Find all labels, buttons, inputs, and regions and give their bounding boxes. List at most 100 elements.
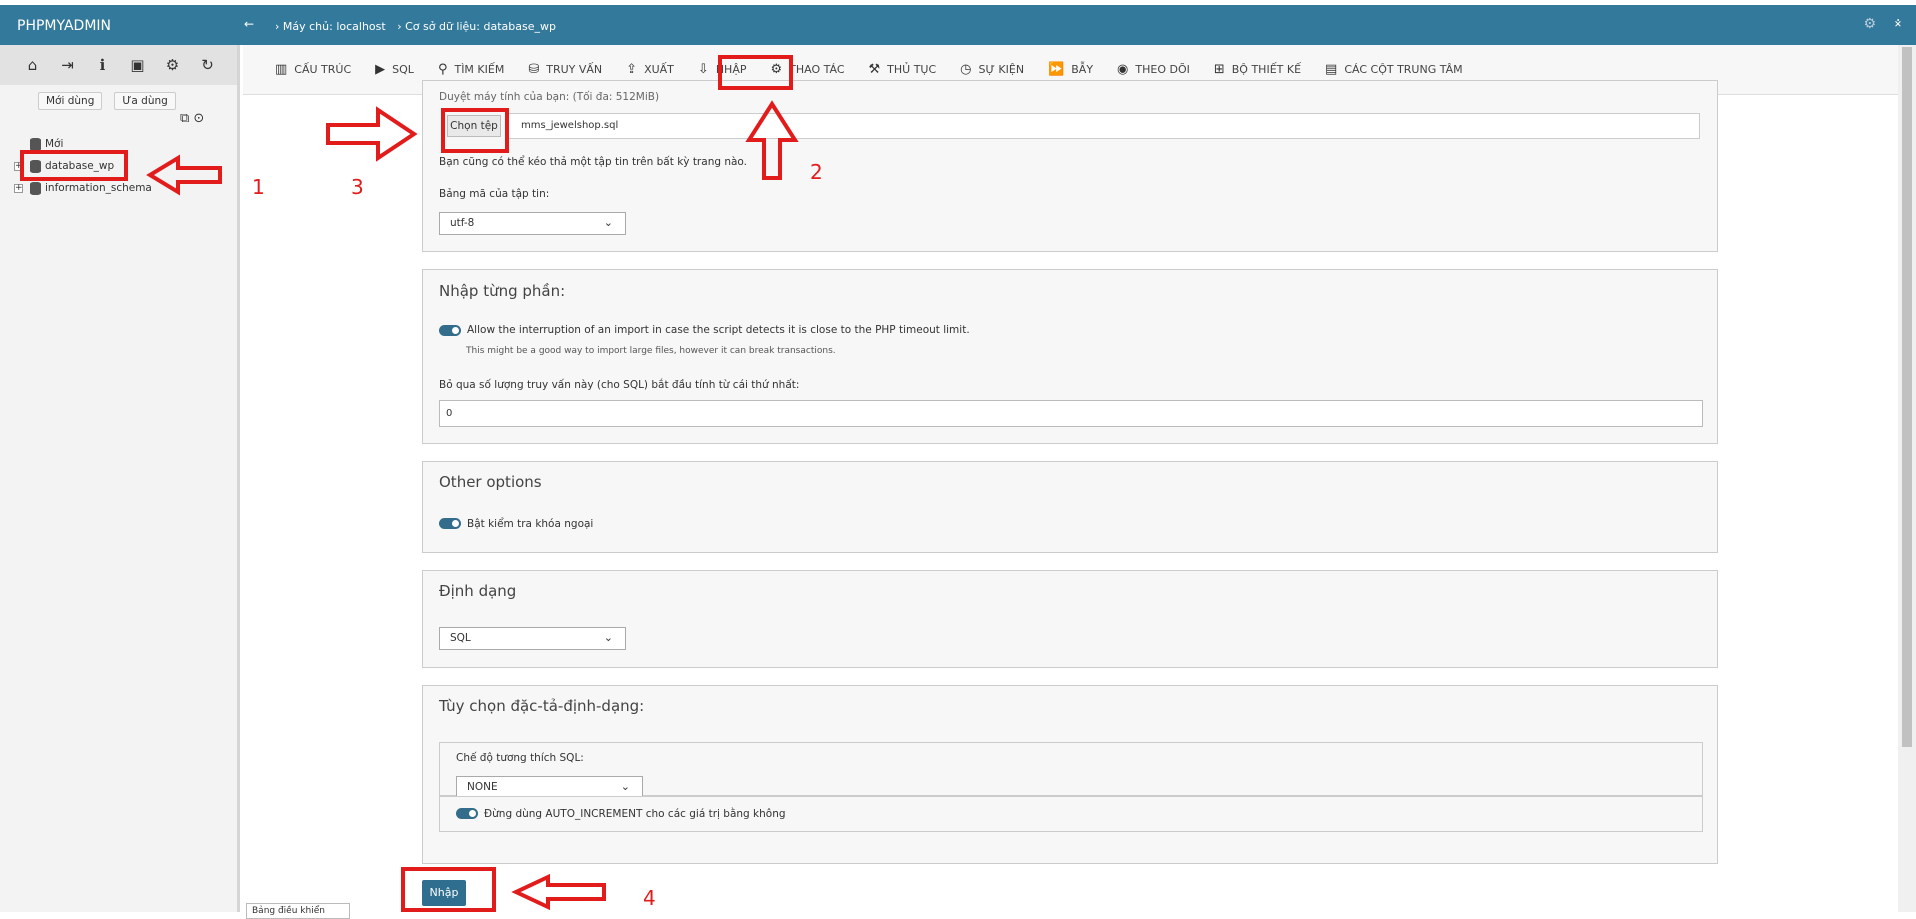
- tree-item-label: Mới: [45, 138, 64, 150]
- compat-label: Chế độ tương thích SQL:: [456, 752, 584, 764]
- favorites-button[interactable]: Ưa dùng: [114, 92, 176, 110]
- charset-label: Bảng mã của tập tin:: [439, 188, 550, 200]
- tab-label: THEO DÕI: [1135, 63, 1190, 76]
- play-icon: ▶: [375, 62, 386, 77]
- foreign-key-toggle[interactable]: [439, 518, 461, 529]
- search-icon: ⚲: [437, 62, 448, 77]
- tab-label: TÌM KIẾM: [454, 63, 505, 76]
- reload-icon[interactable]: ↻: [200, 56, 215, 74]
- scrollbar-thumb[interactable]: [1902, 47, 1912, 747]
- annotation-number-1: 1: [252, 175, 265, 199]
- annotation-arrow-left-1: [146, 154, 222, 196]
- breadcrumb-server[interactable]: › Máy chủ: localhost: [275, 20, 386, 33]
- partial-import-panel: Nhập từng phần: Allow the interruption o…: [422, 269, 1718, 444]
- breadcrumb: › Máy chủ: localhost › Cơ sở dữ liệu: da…: [275, 20, 564, 33]
- export-icon: ⇪: [626, 62, 638, 77]
- compat-value: NONE: [467, 781, 498, 793]
- auto-increment-box: Đừng dùng AUTO_INCREMENT cho các giá trị…: [439, 796, 1703, 832]
- format-title: Định dạng: [439, 582, 517, 600]
- tab-label: SQL: [392, 63, 414, 76]
- tab-export[interactable]: ⇪ XUẤT: [626, 62, 674, 77]
- collapse-link-icons[interactable]: ⧉ ⊙: [180, 111, 204, 126]
- auto-increment-label: Đừng dùng AUTO_INCREMENT cho các giá trị…: [484, 808, 786, 820]
- chevron-down-icon: ⌄: [603, 216, 613, 229]
- format-panel: Định dạng SQL ⌄: [422, 570, 1718, 668]
- tab-designer[interactable]: ⊞ BỘ THIẾT KẾ: [1214, 62, 1301, 77]
- auto-increment-toggle[interactable]: [456, 808, 478, 819]
- expand-icon[interactable]: +: [14, 183, 23, 193]
- annotation-box-import-tab: [718, 55, 793, 90]
- clock-icon: ◷: [960, 62, 972, 77]
- docs-icon[interactable]: ▣: [130, 56, 145, 74]
- tab-structure[interactable]: ▥ CẤU TRÚC: [275, 62, 351, 77]
- annotation-box-submit: [401, 867, 496, 912]
- format-options-panel: Tùy chọn đặc-tả-định-dạng: Chế độ tương …: [422, 685, 1718, 864]
- settings-icon[interactable]: ⚙: [1863, 16, 1876, 32]
- tab-label: TRUY VẤN: [546, 63, 603, 76]
- allow-interrupt-toggle[interactable]: [439, 325, 461, 336]
- database-icon: ⛁: [528, 62, 540, 77]
- tab-label: SỰ KIỆN: [978, 63, 1025, 76]
- recent-button[interactable]: Mới dùng: [38, 92, 103, 110]
- other-options-title: Other options: [439, 473, 542, 491]
- charset-select[interactable]: utf-8 ⌄: [439, 212, 626, 235]
- annotation-arrow-up-2: [745, 100, 799, 180]
- database-icon: [30, 181, 41, 195]
- partial-import-title: Nhập từng phần:: [439, 282, 566, 300]
- tab-events[interactable]: ◷ SỰ KIỆN: [960, 62, 1024, 77]
- logout-icon[interactable]: ⇥: [60, 56, 75, 74]
- foreign-key-label: Bật kiểm tra khóa ngoại: [467, 518, 594, 530]
- compat-box: Chế độ tương thích SQL: NONE ⌄: [439, 742, 1703, 799]
- eye-icon: ◉: [1117, 62, 1129, 77]
- back-icon[interactable]: ←: [244, 17, 254, 31]
- tab-query[interactable]: ⛁ TRUY VẤN: [528, 62, 602, 77]
- other-options-panel: Other options Bật kiểm tra khóa ngoại: [422, 461, 1718, 553]
- tab-label: CẤU TRÚC: [294, 63, 352, 76]
- file-name-field[interactable]: mms_jewelshop.sql: [508, 113, 1700, 139]
- console-tab[interactable]: Bảng điều khiển: [246, 903, 350, 919]
- annotation-number-3: 3: [351, 175, 364, 199]
- tab-sql[interactable]: ▶ SQL: [375, 62, 414, 77]
- annotation-number-2: 2: [810, 160, 823, 184]
- annotation-arrow-left-4: [511, 873, 606, 911]
- tab-triggers[interactable]: ⏩ BẪY: [1048, 62, 1093, 77]
- annotation-box-choose-file: [441, 108, 509, 153]
- tab-label: THAO TÁC: [789, 63, 845, 76]
- page-scrollbar[interactable]: [1898, 45, 1916, 912]
- collapse-icon[interactable]: ⨰: [1894, 15, 1902, 31]
- tab-search[interactable]: ⚲ TÌM KIẾM: [438, 62, 504, 77]
- charset-value: utf-8: [450, 217, 475, 229]
- database-icon: [30, 137, 41, 151]
- tab-label: XUẤT: [644, 63, 674, 76]
- tab-label: BỘ THIẾT KẾ: [1231, 63, 1302, 76]
- tab-tracking[interactable]: ◉ THEO DÕI: [1117, 62, 1190, 77]
- chevron-down-icon: ⌄: [620, 780, 630, 793]
- interrupt-note: This might be a good way to import large…: [466, 346, 836, 356]
- format-options-title: Tùy chọn đặc-tả-định-dạng:: [439, 697, 645, 715]
- home-icon[interactable]: ⌂: [25, 56, 40, 74]
- gear-icon[interactable]: ⚙: [165, 56, 180, 74]
- file-upload-panel: Duyệt máy tính của bạn: (Tối đa: 512MiB)…: [422, 80, 1718, 252]
- tab-label: THỦ TỤC: [887, 63, 937, 76]
- sidebar-toolbar: ⌂ ⇥ ℹ ▣ ⚙ ↻: [0, 45, 237, 85]
- tab-routines[interactable]: ⚒ THỦ TỤC: [869, 62, 937, 77]
- routines-icon: ⚒: [868, 62, 881, 77]
- skip-queries-label: Bỏ qua số lượng truy vấn này (cho SQL) b…: [439, 379, 800, 391]
- annotation-arrow-right-3: [326, 106, 418, 162]
- designer-icon: ⊞: [1213, 62, 1225, 77]
- breadcrumb-database[interactable]: › Cơ sở dữ liệu: database_wp: [397, 20, 556, 33]
- chevron-down-icon: ⌄: [603, 631, 613, 644]
- tab-label: CÁC CỘT TRUNG TÂM: [1344, 63, 1463, 76]
- top-bar: PHPMYADMIN ← › Máy chủ: localhost › Cơ s…: [0, 5, 1916, 45]
- format-value: SQL: [450, 632, 471, 644]
- format-select[interactable]: SQL ⌄: [439, 627, 626, 650]
- drag-drop-note: Bạn cũng có thể kéo thả một tập tin trên…: [439, 156, 748, 168]
- tab-label: BẪY: [1071, 63, 1094, 76]
- columns-icon: ▤: [1325, 62, 1338, 77]
- brand-logo[interactable]: PHPMYADMIN: [17, 18, 111, 34]
- tab-central-columns[interactable]: ▤ CÁC CỘT TRUNG TÂM: [1325, 62, 1463, 77]
- browse-label: Duyệt máy tính của bạn: (Tối đa: 512MiB): [439, 91, 660, 103]
- skip-queries-input[interactable]: 0: [439, 400, 1703, 427]
- triggers-icon: ⏩: [1048, 62, 1065, 77]
- info-icon[interactable]: ℹ: [95, 56, 110, 74]
